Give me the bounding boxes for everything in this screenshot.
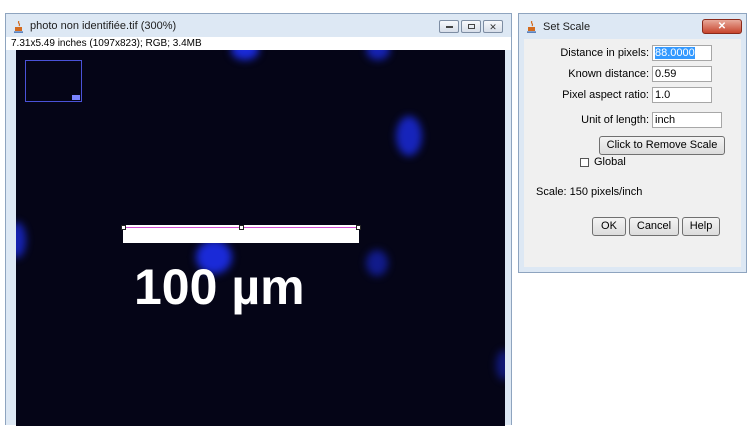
maximize-button[interactable] (461, 20, 481, 33)
pixel-aspect-input[interactable]: 1.0 (652, 87, 712, 103)
minimize-icon (445, 25, 453, 28)
unit-input[interactable]: inch (652, 112, 722, 128)
dialog-title: Set Scale (543, 21, 591, 33)
scale-bar-label: 100 µm (134, 259, 305, 315)
java-cup-icon (14, 21, 24, 33)
unit-label: Unit of length: (581, 114, 649, 126)
global-label: Global (594, 156, 626, 168)
help-button[interactable]: Help (682, 217, 720, 236)
fluorescent-spot (231, 50, 259, 60)
selection-handle-middle[interactable] (239, 225, 244, 230)
distance-label: Distance in pixels: (560, 47, 649, 59)
dialog-body: Distance in pixels: 88.0000 Known distan… (524, 39, 741, 267)
dialog-titlebar[interactable]: Set Scale ✕ (519, 14, 746, 39)
image-window-titlebar[interactable]: photo non identifiée.tif (300%) ✕ (6, 14, 511, 38)
image-window: photo non identifiée.tif (300%) ✕ 7.31x5… (5, 13, 512, 426)
image-canvas[interactable]: 100 µm (16, 50, 505, 426)
pixel-aspect-label: Pixel aspect ratio: (562, 89, 649, 101)
image-info-bar: 7.31x5.49 inches (1097x823); RGB; 3.4MB (6, 37, 511, 50)
navigator-view-marker (72, 95, 80, 100)
fluorescent-spot (366, 50, 390, 60)
ok-button[interactable]: OK (592, 217, 626, 236)
close-button[interactable]: ✕ (483, 20, 503, 33)
dialog-close-button[interactable]: ✕ (702, 19, 742, 34)
maximize-icon (467, 24, 475, 29)
minimize-button[interactable] (439, 20, 459, 33)
known-distance-label: Known distance: (568, 68, 649, 80)
close-icon: ✕ (489, 21, 497, 32)
scale-readout: Scale: 150 pixels/inch (536, 186, 643, 198)
fluorescent-spot (366, 250, 388, 276)
close-icon: ✕ (717, 21, 727, 32)
magnifier-navigator[interactable] (25, 60, 82, 102)
set-scale-dialog: Set Scale ✕ Distance in pixels: 88.0000 … (518, 13, 747, 273)
selection-handle-end[interactable] (356, 225, 361, 230)
selection-handle-start[interactable] (121, 225, 126, 230)
distance-input[interactable]: 88.0000 (652, 45, 712, 61)
remove-scale-button[interactable]: Click to Remove Scale (599, 136, 725, 155)
window-controls: ✕ (439, 20, 503, 33)
fluorescent-spot (396, 116, 422, 156)
known-distance-input[interactable]: 0.59 (652, 66, 712, 82)
fluorescent-spot (496, 350, 505, 380)
image-window-title: photo non identifiée.tif (300%) (30, 20, 177, 32)
java-cup-icon (527, 21, 537, 33)
cancel-button[interactable]: Cancel (629, 217, 679, 236)
fluorescent-spot (16, 222, 26, 258)
distance-value: 88.0000 (655, 47, 695, 59)
global-checkbox[interactable] (580, 158, 589, 167)
